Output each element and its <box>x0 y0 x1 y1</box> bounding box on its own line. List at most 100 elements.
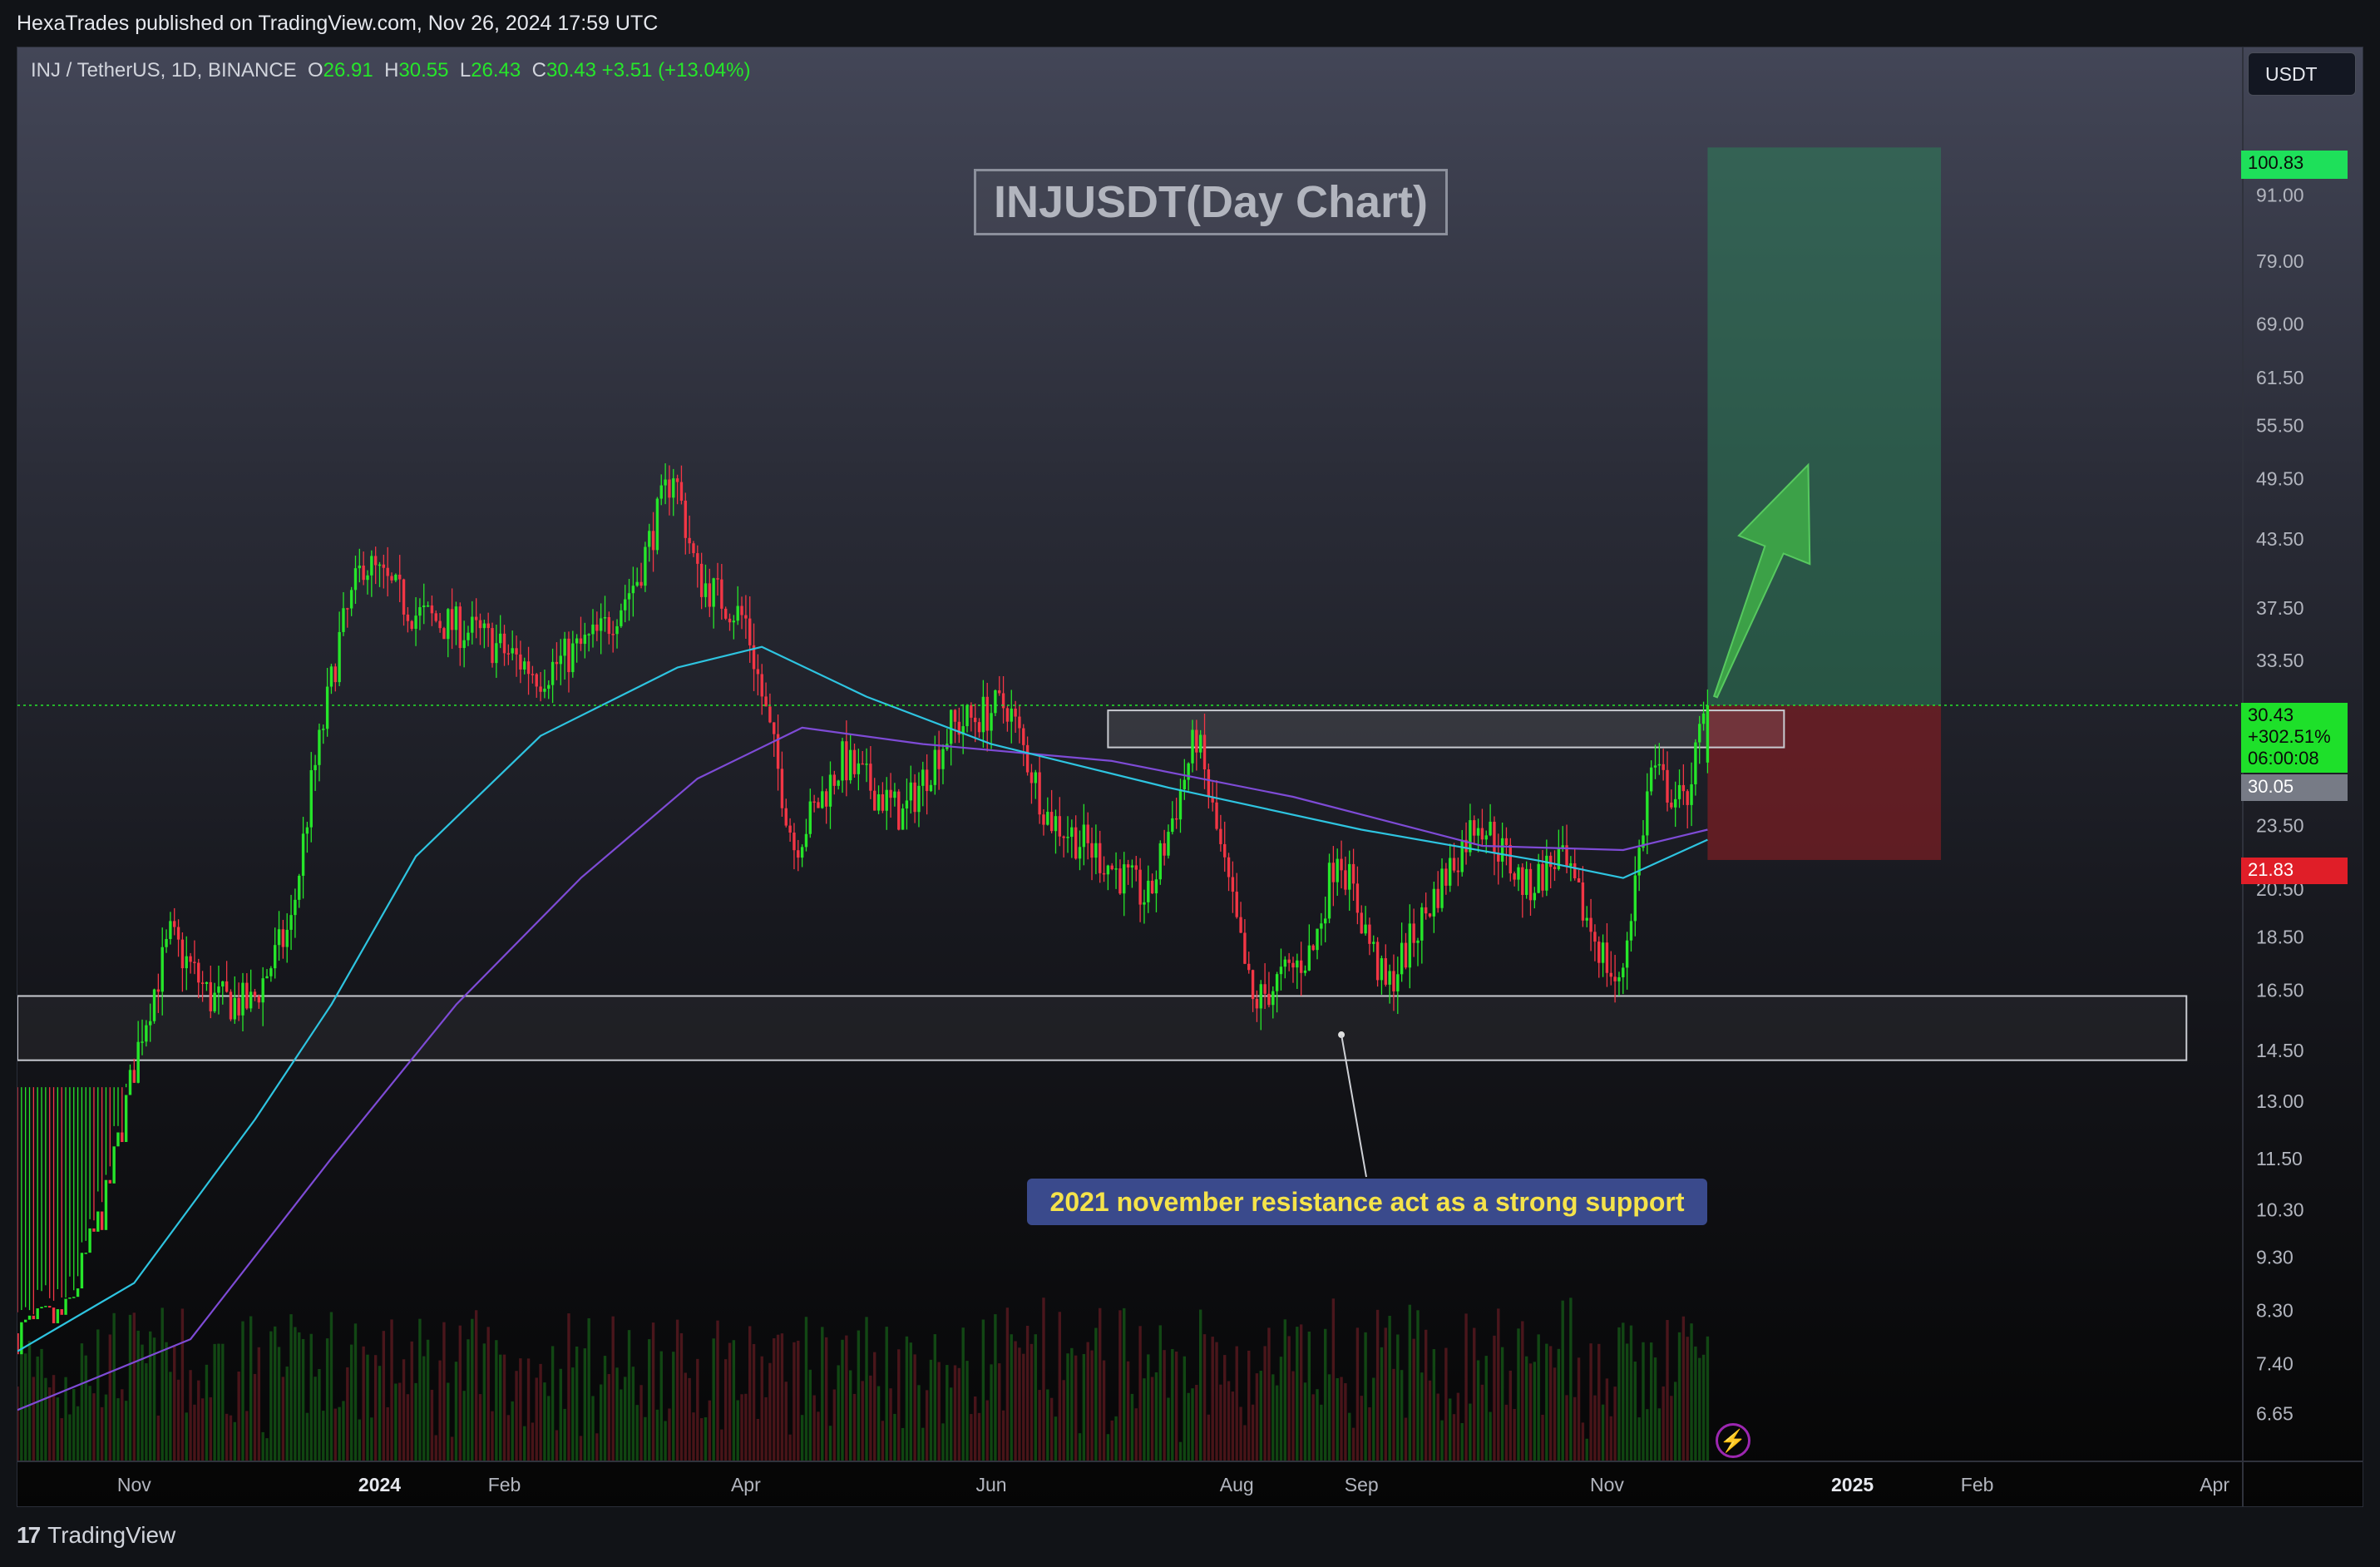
volume-bar <box>1287 1336 1291 1461</box>
candle-body <box>675 478 679 482</box>
volume-bar <box>1473 1327 1476 1461</box>
footer-brand[interactable]: TradingView <box>47 1522 175 1549</box>
candle-body <box>1504 838 1508 845</box>
volume-bar <box>1235 1346 1238 1461</box>
candle-body <box>1473 820 1476 836</box>
volume-bar <box>104 1394 108 1461</box>
chart-frame[interactable]: 115.0091.0079.0069.0061.5055.5049.5043.5… <box>17 47 2363 1507</box>
volume-bar <box>471 1318 474 1461</box>
volume-bar <box>692 1412 695 1461</box>
candle-body <box>1573 863 1577 878</box>
volume-bar <box>1106 1434 1110 1461</box>
candle-body <box>430 605 434 614</box>
candle-body <box>64 1298 67 1315</box>
candle-body <box>708 583 712 607</box>
volume-bar <box>197 1380 200 1461</box>
support-annotation[interactable]: 2021 november resistance act as a strong… <box>1027 1179 1707 1225</box>
volume-bar <box>1034 1334 1037 1461</box>
price-axis-label: 8.30 <box>2256 1299 2294 1321</box>
candle-body <box>309 770 313 828</box>
candle-body <box>96 1211 100 1232</box>
candle-body <box>176 927 180 940</box>
currency-selector[interactable]: USDT <box>2248 52 2356 96</box>
lightning-bolt-icon[interactable]: ⚡ <box>1716 1423 1750 1458</box>
volume-bar <box>865 1317 868 1461</box>
candle-body <box>145 1025 148 1042</box>
volume-bar <box>265 1438 269 1461</box>
candle-body <box>398 574 402 580</box>
volume-bar <box>289 1314 293 1461</box>
candle-body <box>1351 863 1355 884</box>
candle-body <box>998 690 1001 694</box>
current-change: +302.51% <box>2248 726 2331 747</box>
candle-body <box>511 648 514 654</box>
candle-body <box>1187 763 1190 780</box>
candle-body <box>1118 868 1122 894</box>
candle-body <box>1049 812 1054 832</box>
volume-bar <box>1243 1425 1247 1461</box>
volume-bar <box>217 1343 220 1461</box>
volume-bar <box>1239 1406 1242 1461</box>
candle-body <box>1259 984 1262 1009</box>
candle-body <box>1400 942 1404 975</box>
candle-body <box>981 696 985 733</box>
volume-bar <box>48 1387 52 1461</box>
candle-body <box>1267 993 1271 1006</box>
volume-bar <box>756 1418 760 1461</box>
candle-body <box>977 722 981 733</box>
volume-bar <box>1476 1360 1480 1461</box>
volume-bar <box>523 1426 526 1461</box>
volume-bar <box>257 1347 261 1461</box>
volume-bar <box>773 1337 776 1461</box>
volume-bar <box>1163 1350 1166 1461</box>
volume-bar <box>579 1436 583 1461</box>
volume-bar <box>1086 1342 1089 1461</box>
volume-bar <box>418 1318 422 1461</box>
volume-bar <box>1183 1356 1187 1461</box>
volume-bar <box>1001 1410 1005 1461</box>
volume-bar <box>1653 1357 1657 1461</box>
volume-bar <box>1597 1343 1601 1461</box>
candle-body <box>651 531 655 551</box>
candle-body <box>36 1308 39 1320</box>
candle-body <box>458 606 462 649</box>
candle-body <box>1364 924 1367 934</box>
candle-body <box>1633 875 1637 922</box>
volume-bar <box>1134 1408 1138 1461</box>
candle-body <box>1030 772 1034 784</box>
candle-body <box>808 801 812 834</box>
candle-body <box>1384 958 1387 985</box>
candle-body <box>1690 784 1693 805</box>
candle-body <box>1460 839 1464 872</box>
volume-bar <box>716 1320 719 1461</box>
volume-bar <box>108 1334 111 1461</box>
candle-body <box>1673 798 1677 808</box>
candle-body <box>655 498 659 551</box>
volume-bar <box>1138 1326 1142 1461</box>
volume-bar <box>1428 1380 1432 1461</box>
candle-body <box>1480 828 1484 840</box>
volume-bar <box>1062 1380 1065 1461</box>
candle-body <box>688 537 691 544</box>
candle-body <box>1581 882 1585 921</box>
candle-body <box>1609 972 1612 977</box>
volume-bar <box>893 1413 896 1461</box>
volume-bar <box>1388 1315 1391 1461</box>
volume-bar <box>651 1322 655 1461</box>
volume-bar <box>1484 1356 1488 1461</box>
candle-body <box>1408 923 1412 968</box>
candle-body <box>1316 928 1319 951</box>
candle-body <box>1681 784 1686 792</box>
candle-body <box>648 531 651 547</box>
volume-bar <box>1215 1342 1218 1461</box>
candle-body <box>1694 742 1697 784</box>
candle-body <box>885 789 888 811</box>
price-chart[interactable]: 115.0091.0079.0069.0061.5055.5049.5043.5… <box>17 47 2363 1506</box>
candle-body <box>1698 724 1701 743</box>
volume-bar <box>1126 1361 1130 1461</box>
resistance-zone <box>1107 709 1785 749</box>
candle-body <box>664 479 667 486</box>
volume-bar <box>486 1327 490 1461</box>
volume-bar <box>1694 1346 1697 1461</box>
low-value: 26.43 <box>471 59 521 82</box>
